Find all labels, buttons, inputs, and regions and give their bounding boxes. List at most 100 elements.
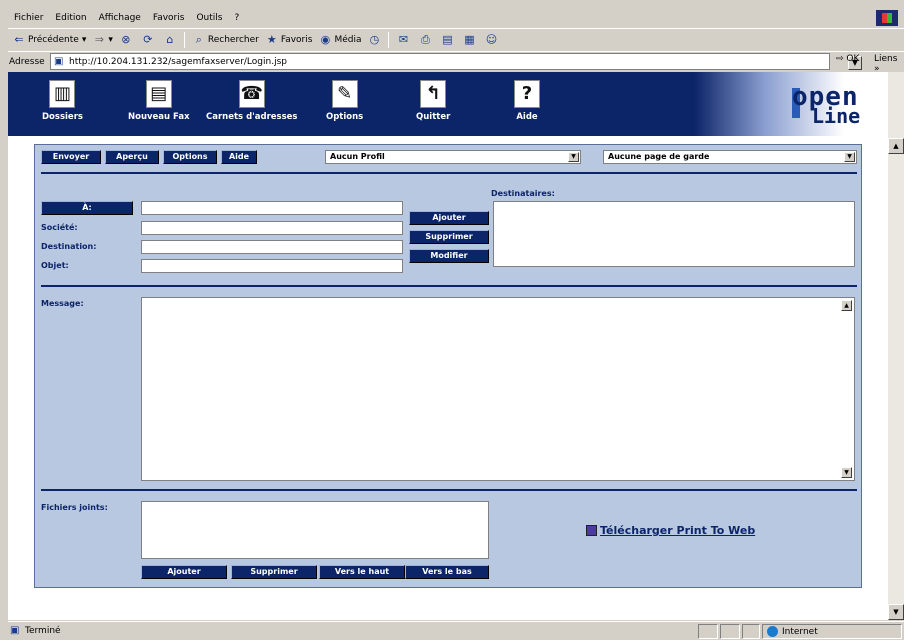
download-print-to-web-link[interactable]: Télécharger Print To Web <box>586 524 755 537</box>
options-button[interactable]: Options <box>163 150 217 164</box>
attachments-label: Fichiers joints: <box>41 503 108 512</box>
print-button[interactable]: ⎙ <box>418 33 434 47</box>
home-icon: ⌂ <box>166 32 174 46</box>
company-label: Société: <box>41 223 78 232</box>
mail-icon: ✉ <box>398 32 409 46</box>
back-dropdown-icon[interactable]: ▾ <box>82 35 87 45</box>
print-icon: ⎙ <box>421 32 430 46</box>
destination-label: Destination: <box>41 242 97 251</box>
menu-favoris[interactable]: Favoris <box>153 13 185 23</box>
subject-field[interactable] <box>141 259 403 273</box>
recipients-label: Destinataires: <box>491 189 555 198</box>
to-field[interactable] <box>141 201 403 215</box>
add-recipient-button[interactable]: Ajouter <box>409 211 489 225</box>
back-button[interactable]: ⇐ Précédente ▾ <box>12 33 86 47</box>
profile-dropdown-icon[interactable]: ▼ <box>568 152 579 162</box>
nav-aide[interactable]: ? Aide <box>514 80 540 122</box>
search-label: Rechercher <box>207 34 259 45</box>
page-viewport: ▥ Dossiers ▤ Nouveau Fax ☎ Carnets d'adr… <box>8 72 888 620</box>
menu-outils[interactable]: Outils <box>196 13 222 23</box>
profile-select[interactable]: Aucun Profil ▼ <box>325 150 581 164</box>
divider <box>41 489 857 491</box>
nav-dossiers[interactable]: ▥ Dossiers <box>42 80 83 122</box>
links-button[interactable]: Liens » <box>874 54 904 74</box>
stop-button[interactable]: ⊗ <box>119 33 135 47</box>
modify-recipient-button[interactable]: Modifier <box>409 249 489 263</box>
openline-logo: open Line <box>792 80 872 128</box>
profile-select-value: Aucun Profil <box>330 152 385 161</box>
menu-fichier[interactable]: Fichier <box>14 13 43 23</box>
cover-page-select[interactable]: Aucune page de garde ▼ <box>603 150 857 164</box>
status-cell <box>720 624 740 639</box>
download-link-label: Télécharger Print To Web <box>600 524 756 537</box>
send-button[interactable]: Envoyer <box>41 150 101 164</box>
cover-select-value: Aucune page de garde <box>608 152 710 161</box>
scroll-down-icon[interactable]: ▼ <box>841 467 852 478</box>
menu-affichage[interactable]: Affichage <box>99 13 141 23</box>
favorites-label: Favoris <box>280 34 313 45</box>
go-arrow-icon: ⇨ <box>836 54 844 64</box>
page-scroll-down-icon[interactable]: ▼ <box>888 604 904 620</box>
edit-button[interactable]: ▤ <box>440 33 456 47</box>
nav-carnets[interactable]: ☎ Carnets d'adresses <box>206 80 297 122</box>
new-fax-panel: Envoyer Aperçu Options Aide Aucun Profil… <box>34 144 862 588</box>
windows-logo-icon <box>876 10 898 26</box>
preview-button[interactable]: Aperçu <box>105 150 159 164</box>
message-label: Message: <box>41 299 84 308</box>
toolbar-separator <box>388 31 390 48</box>
nav-quitter[interactable]: ↰ Quitter <box>416 80 450 122</box>
message-scrollbar[interactable]: ▲ ▼ <box>840 298 854 480</box>
mail-button[interactable]: ✉ <box>396 33 412 47</box>
scroll-up-icon[interactable]: ▲ <box>841 300 852 311</box>
go-button[interactable]: ⇨ OK <box>836 54 859 64</box>
phone-icon: ☎ <box>238 80 265 108</box>
refresh-button[interactable]: ⟳ <box>141 33 157 47</box>
remove-attachment-button[interactable]: Supprimer <box>231 565 317 579</box>
forward-dropdown-icon[interactable]: ▾ <box>108 35 113 45</box>
history-button[interactable]: ◷ <box>367 33 383 47</box>
move-down-button[interactable]: Vers le bas <box>405 565 489 579</box>
divider <box>41 172 857 174</box>
search-icon: ⌕ <box>195 32 202 46</box>
to-button[interactable]: À: <box>41 201 133 215</box>
add-attachment-button[interactable]: Ajouter <box>141 565 227 579</box>
home-button[interactable]: ⌂ <box>163 33 179 47</box>
address-value: http://10.204.131.232/sagemfaxserver/Log… <box>69 56 287 67</box>
stop-icon: ⊗ <box>121 32 131 46</box>
remove-recipient-button[interactable]: Supprimer <box>409 230 489 244</box>
favorites-icon: ★ <box>266 32 277 46</box>
status-text: Terminé <box>25 626 61 636</box>
company-field[interactable] <box>141 221 403 235</box>
message-textarea[interactable]: ▲ ▼ <box>141 297 855 481</box>
destination-field[interactable] <box>141 240 403 254</box>
address-input[interactable]: ▣ http://10.204.131.232/sagemfaxserver/L… <box>50 53 862 70</box>
search-button[interactable]: ⌕ Rechercher <box>192 33 259 47</box>
favorites-button[interactable]: ★ Favoris <box>265 33 313 47</box>
messenger-button[interactable]: ☺ <box>484 33 500 47</box>
nav-options[interactable]: ✎ Options <box>326 80 363 122</box>
security-zone: Internet <box>762 624 902 639</box>
history-icon: ◷ <box>369 32 380 46</box>
forward-arrow-icon: ⇒ <box>94 32 104 46</box>
forward-button[interactable]: ⇒ ▾ <box>92 33 113 47</box>
discuss-button[interactable]: ▦ <box>462 33 478 47</box>
media-button[interactable]: ◉ Média <box>318 32 362 47</box>
page-scrollbar[interactable]: ▲ ▼ <box>888 72 904 620</box>
nav-aide-label: Aide <box>516 112 538 122</box>
move-up-button[interactable]: Vers le haut <box>319 565 405 579</box>
menu-help[interactable]: ? <box>234 13 239 23</box>
menu-edition[interactable]: Edition <box>55 13 86 23</box>
status-bar: ▣ Terminé Internet <box>8 621 904 640</box>
nav-nouveau-fax[interactable]: ▤ Nouveau Fax <box>128 80 190 122</box>
cover-dropdown-icon[interactable]: ▼ <box>844 152 855 162</box>
attachments-list[interactable] <box>141 501 489 559</box>
media-icon: ◉ <box>320 32 331 46</box>
menu-bar: Fichier Edition Affichage Favoris Outils… <box>8 8 904 28</box>
page-scroll-up-icon[interactable]: ▲ <box>888 138 904 154</box>
address-bar: Adresse ▣ http://10.204.131.232/sagemfax… <box>8 51 904 74</box>
back-arrow-icon: ⇐ <box>14 32 24 46</box>
discuss-icon: ▦ <box>464 32 475 46</box>
messenger-icon: ☺ <box>485 32 498 46</box>
help-button[interactable]: Aide <box>221 150 257 164</box>
recipients-list[interactable] <box>493 201 855 267</box>
